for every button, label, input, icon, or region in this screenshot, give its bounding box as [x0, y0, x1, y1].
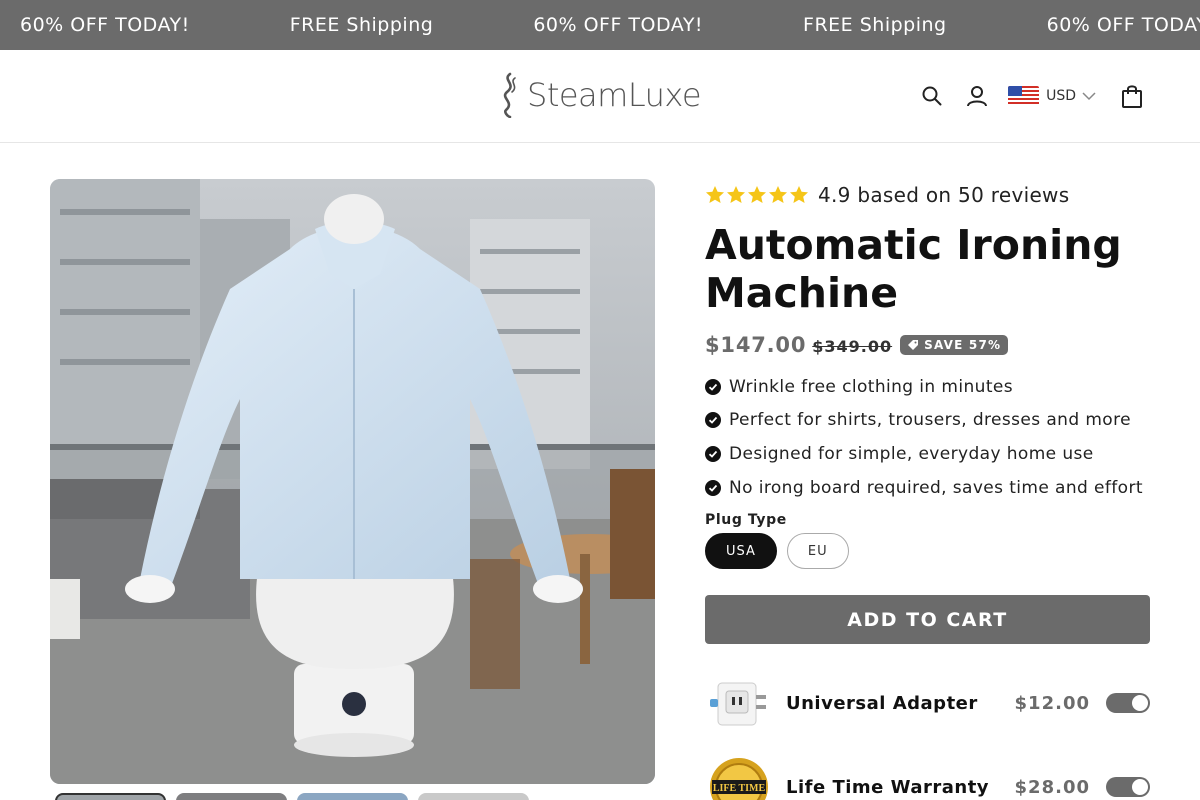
toggle-knob	[1132, 695, 1148, 712]
site-header: SteamLuxe USD	[0, 50, 1200, 143]
benefit-text: Wrinkle free clothing in minutes	[729, 376, 1014, 397]
product-info: 4.9 based on 50 reviews Automatic Ironin…	[705, 179, 1155, 800]
thumbnail[interactable]	[418, 793, 529, 800]
benefit-item: Perfect for shirts, trousers, dresses an…	[705, 404, 1155, 438]
star-icon	[727, 186, 745, 203]
product-title: Automatic Ironing Machine	[705, 221, 1122, 317]
addon-name: Universal Adapter	[786, 692, 978, 714]
addon-row: LIFE TIME Life Time Warranty $28.00	[705, 756, 1150, 800]
benefit-item: Wrinkle free clothing in minutes	[705, 370, 1155, 404]
site-logo[interactable]: SteamLuxe	[497, 72, 702, 118]
thumbnail[interactable]	[297, 793, 408, 800]
us-flag-icon	[1008, 86, 1040, 106]
adapter-image	[705, 672, 773, 734]
warranty-badge-text: LIFE TIME	[713, 783, 766, 794]
rating-row[interactable]: 4.9 based on 50 reviews	[705, 179, 1155, 211]
benefit-text: No irong board required, saves time and …	[729, 477, 1143, 498]
save-badge: SAVE 57%	[900, 335, 1009, 355]
warranty-badge-image: LIFE TIME	[705, 756, 773, 800]
currency-selector[interactable]: USD	[1008, 86, 1096, 106]
add-to-cart-button[interactable]: ADD TO CART	[705, 595, 1150, 645]
account-icon[interactable]	[959, 78, 995, 114]
price-row: $147.00 $349.00 SAVE 57%	[705, 330, 1155, 360]
plug-option-usa[interactable]: USA	[705, 533, 777, 570]
benefit-item: No irong board required, saves time and …	[705, 471, 1155, 505]
cart-icon[interactable]	[1114, 78, 1150, 114]
announcement-item: 60% OFF TODAY!	[20, 14, 190, 36]
star-icon	[706, 186, 724, 203]
star-icon	[790, 186, 808, 203]
chevron-down-icon	[1082, 92, 1096, 101]
tag-icon	[908, 340, 919, 350]
compare-price: $349.00	[812, 337, 893, 356]
thumbnail[interactable]	[55, 793, 166, 800]
check-circle-icon	[705, 378, 721, 395]
thumbnail-strip	[55, 793, 539, 800]
addon-row: Universal Adapter $12.00	[705, 672, 1150, 734]
check-circle-icon	[705, 445, 721, 462]
benefit-item: Designed for simple, everyday home use	[705, 437, 1155, 471]
toggle-knob	[1132, 779, 1148, 796]
benefit-list: Wrinkle free clothing in minutes Perfect…	[705, 370, 1155, 504]
benefit-text: Perfect for shirts, trousers, dresses an…	[729, 410, 1131, 431]
steam-logo-icon	[503, 72, 516, 118]
star-icon	[748, 186, 766, 203]
addon-price: $28.00	[1014, 776, 1090, 798]
save-badge-text: SAVE 57%	[924, 338, 1002, 352]
announcement-item: 60% OFF TODAY!	[1046, 14, 1200, 36]
product-section: 4.9 based on 50 reviews Automatic Ironin…	[0, 143, 1200, 800]
announcement-track: 60% OFF TODAY! FREE Shipping 60% OFF TOD…	[20, 0, 1200, 50]
header-actions: USD	[914, 78, 1150, 114]
addon-price: $12.00	[1014, 692, 1090, 714]
thumbnail[interactable]	[176, 793, 287, 800]
sale-price: $147.00	[705, 333, 807, 357]
logo-text: SteamLuxe	[527, 76, 702, 114]
announcement-item: 60% OFF TODAY!	[533, 14, 704, 36]
addon-toggle[interactable]	[1106, 777, 1150, 798]
search-icon[interactable]	[914, 78, 950, 114]
announcement-bar: 60% OFF TODAY! FREE Shipping 60% OFF TOD…	[0, 0, 1200, 50]
star-icon	[769, 186, 787, 203]
rating-text: 4.9 based on 50 reviews	[818, 183, 1070, 207]
check-circle-icon	[705, 412, 721, 429]
announcement-item: FREE Shipping	[289, 14, 434, 36]
addon-name: Life Time Warranty	[786, 776, 990, 798]
star-rating	[705, 185, 810, 205]
benefit-text: Designed for simple, everyday home use	[729, 443, 1094, 464]
product-main-image[interactable]	[50, 179, 655, 784]
addon-toggle[interactable]	[1106, 693, 1150, 714]
plug-type-options: USA EU	[705, 533, 1155, 570]
plug-type-label: Plug Type	[705, 512, 787, 529]
plug-option-eu[interactable]: EU	[786, 533, 849, 570]
currency-label: USD	[1046, 88, 1076, 104]
announcement-item: FREE Shipping	[803, 14, 947, 36]
check-circle-icon	[705, 479, 721, 496]
